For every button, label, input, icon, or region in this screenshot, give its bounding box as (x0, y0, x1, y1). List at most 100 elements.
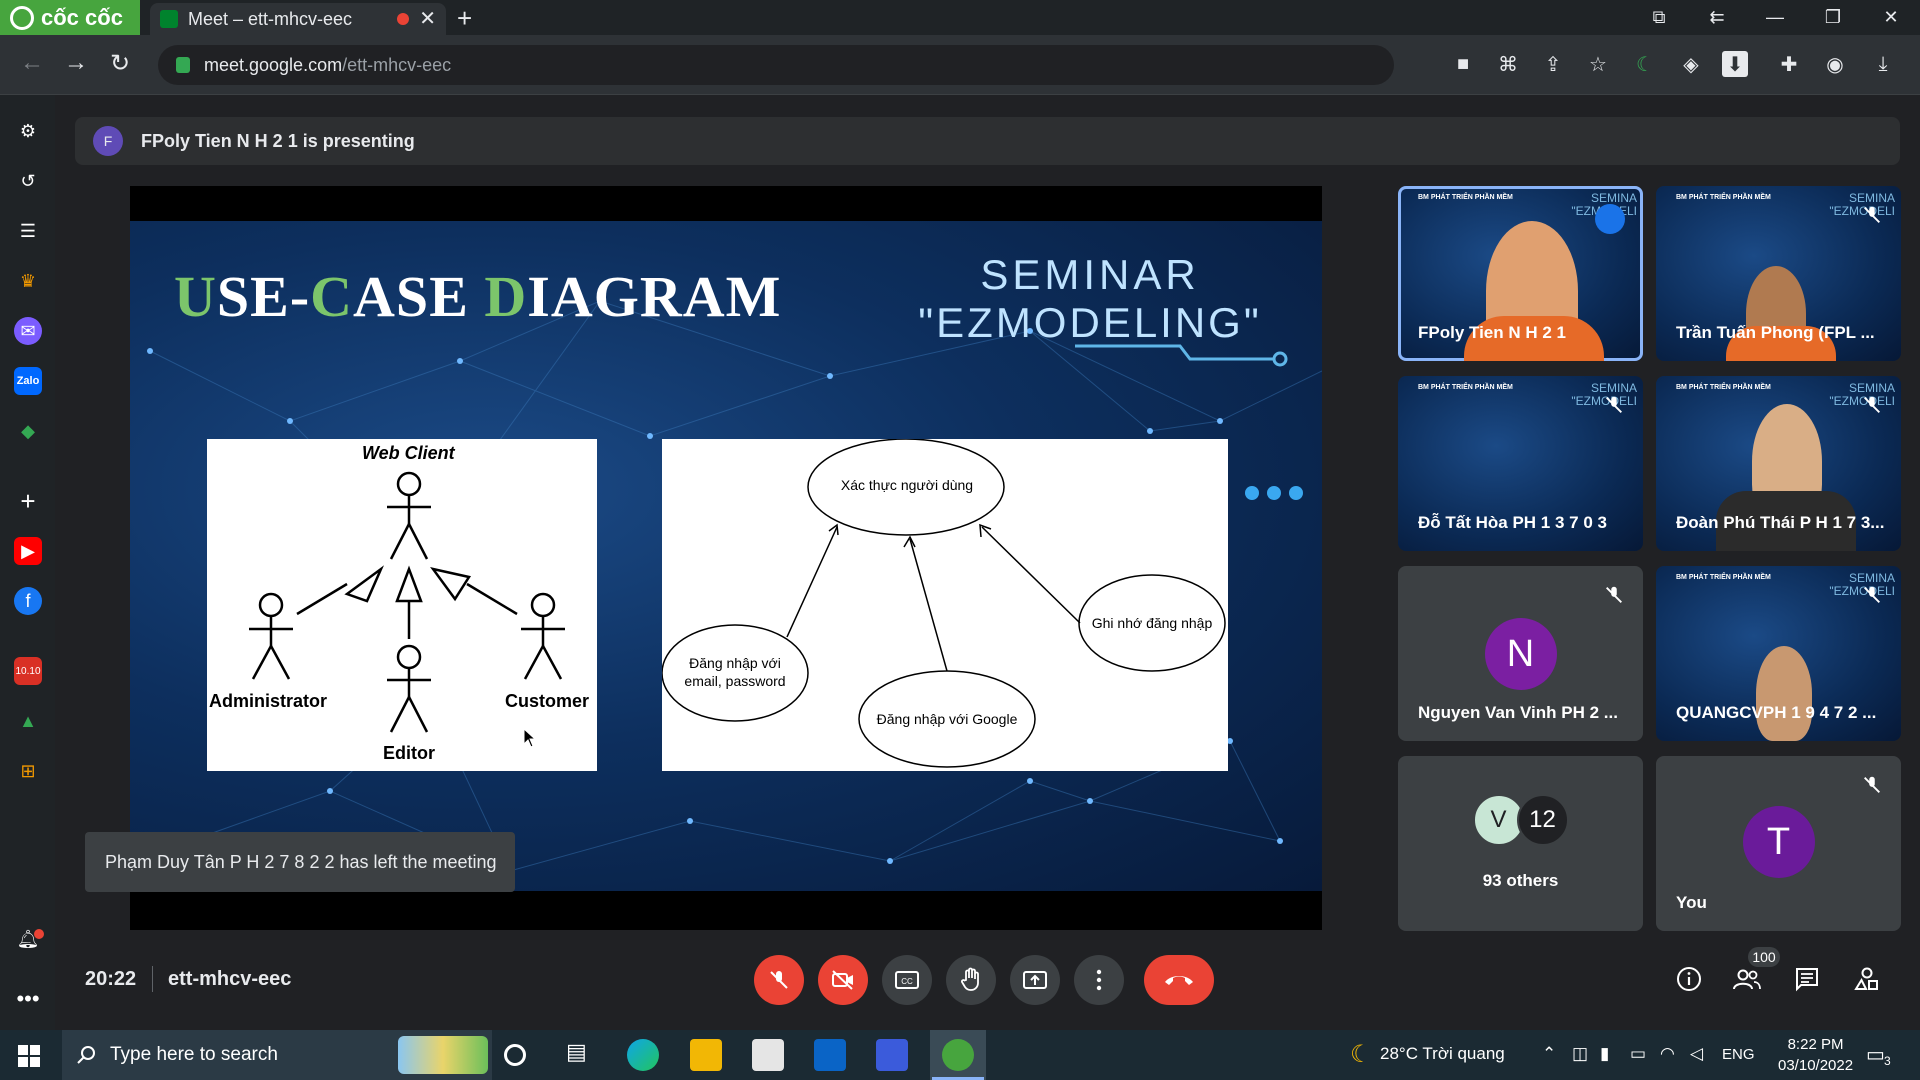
shop-cart-icon[interactable]: ⊞ (14, 757, 42, 785)
action-center-icon[interactable]: ▭ (1866, 1042, 1885, 1067)
tab-meet[interactable]: Meet – ett-mhcv-eec ✕ (150, 3, 446, 35)
crown-icon[interactable]: ♛ (14, 267, 42, 295)
forward-button[interactable]: → (64, 49, 88, 77)
speaking-indicator-icon (1595, 204, 1625, 234)
seminar-heading: SEMINAR "EZMODELING" (900, 251, 1280, 347)
share-icon[interactable]: ⇪ (1540, 51, 1566, 77)
back-button[interactable]: ← (20, 49, 44, 77)
task-view-icon[interactable]: ▤ (566, 1039, 598, 1071)
download-extension-icon[interactable]: ⬇ (1722, 51, 1748, 77)
tab-search-icon[interactable]: ⧉ (1630, 0, 1688, 35)
tray-battery-icon[interactable]: ▭ (1630, 1044, 1646, 1064)
coccoc-menu-button[interactable]: cốc cốc (0, 0, 140, 35)
app-icon[interactable] (876, 1039, 908, 1071)
facebook-icon[interactable]: f (14, 587, 42, 615)
meeting-details-button[interactable] (1672, 962, 1706, 996)
profile-icon[interactable]: ◉ (1822, 51, 1848, 77)
reading-list-icon[interactable]: ☰ (14, 217, 42, 245)
seminar-line1: SEMINAR (980, 251, 1200, 298)
history-icon[interactable]: ↺ (14, 167, 42, 195)
mic-off-icon (1864, 396, 1880, 413)
tray-language[interactable]: ENG (1722, 1046, 1755, 1063)
meeting-code[interactable]: ett-mhcv-eec (168, 968, 291, 991)
slide-title: USE-CASE DIAGRAM (174, 263, 781, 330)
tray-chevron-icon[interactable]: ⌃ (1542, 1044, 1556, 1064)
tray-wifi-icon[interactable]: ◠ (1660, 1044, 1675, 1064)
participant-tile[interactable]: BM PHÁT TRIỂN PHẦN MỀM SEMINA "EZMODELI T… (1656, 186, 1901, 361)
tray-clock[interactable]: 8:22 PM 03/10/2022 (1778, 1034, 1853, 1076)
screen: { "browser": { "brand": "cốc cốc", "tab_… (0, 0, 1920, 1080)
activities-button[interactable] (1850, 962, 1884, 996)
participant-count-badge: 100 (1748, 947, 1780, 967)
new-tab-button[interactable]: + (457, 3, 472, 34)
captions-button[interactable]: CC (882, 955, 932, 1005)
coccoc-logo-icon (10, 5, 34, 30)
chat-button[interactable] (1790, 962, 1824, 996)
self-tile[interactable]: T You (1656, 756, 1901, 931)
weather-text[interactable]: 28°C Trời quang (1380, 1044, 1505, 1064)
add-sidebar-item-icon[interactable]: + (14, 486, 42, 516)
settings-gear-icon[interactable]: ⚙ (14, 117, 42, 145)
tray-network-icon[interactable]: ◫ (1572, 1044, 1588, 1064)
downloads-icon[interactable]: ⤓ (1870, 51, 1896, 77)
file-explorer-icon[interactable] (690, 1039, 722, 1071)
tile-logo: BM PHÁT TRIỂN PHẦN MỀM (1676, 194, 1771, 201)
windows-logo-icon (18, 1045, 40, 1067)
bookmark-star-icon[interactable]: ☆ (1585, 51, 1611, 77)
back-tabs-icon[interactable]: ⇇ (1688, 0, 1746, 35)
title-letter-c: C (310, 264, 354, 329)
minimize-button[interactable]: — (1746, 0, 1804, 35)
windows-taskbar: Type here to search ▤ ☾ 28°C Trời quang … (0, 1030, 1920, 1080)
edge-icon[interactable] (627, 1039, 659, 1071)
leave-call-button[interactable] (1144, 955, 1214, 1005)
shield-icon[interactable]: ◈ (1678, 51, 1704, 77)
close-tab-icon[interactable]: ✕ (419, 9, 436, 29)
windows-start-button[interactable] (18, 1045, 40, 1072)
maximize-button[interactable]: ❐ (1804, 0, 1862, 35)
tray-volume-icon[interactable]: ◁ (1690, 1044, 1703, 1064)
mic-toggle-button[interactable] (754, 955, 804, 1005)
messenger-icon[interactable]: ✉ (14, 317, 42, 345)
more-options-icon[interactable]: ••• (14, 985, 42, 1013)
presentation-stage[interactable]: USE-CASE DIAGRAM SEMINAR "EZMODELING" We… (130, 186, 1322, 930)
participant-tile[interactable]: BM PHÁT TRIỂN PHẦN MỀM SEMINA "EZMODELI Q… (1656, 566, 1901, 741)
tray-mic-icon[interactable]: ▮ (1600, 1044, 1609, 1064)
camera-toggle-button[interactable] (818, 955, 868, 1005)
participants-button[interactable] (1730, 962, 1764, 996)
title-part-se: SE- (216, 264, 311, 329)
extensions-puzzle-icon[interactable]: ✚ (1776, 51, 1802, 77)
zalo-icon[interactable]: Zalo (14, 367, 42, 395)
translate-icon[interactable]: ⌘ (1495, 51, 1521, 77)
participant-tile[interactable]: BM PHÁT TRIỂN PHẦN MỀM SEMINA "EZMODELI Đ… (1656, 376, 1901, 551)
usecase-remember-login: Ghi nhớ đăng nhập (1091, 615, 1213, 631)
meet-favicon-icon (160, 10, 178, 28)
microsoft-store-icon[interactable] (752, 1039, 784, 1071)
present-screen-button[interactable] (1010, 955, 1060, 1005)
game-controller-icon[interactable]: ◆ (14, 417, 42, 445)
search-highlight-graphic (398, 1036, 488, 1074)
others-tile[interactable]: V 12 93 others (1398, 756, 1643, 931)
left-meeting-toast: Phạm Duy Tân P H 2 7 8 2 2 has left the … (85, 832, 515, 892)
participant-tile[interactable]: N Nguyen Van Vinh PH 2 ... (1398, 566, 1643, 741)
mail-icon[interactable] (814, 1039, 846, 1071)
more-options-button[interactable] (1074, 955, 1124, 1005)
cortana-icon[interactable] (504, 1044, 526, 1066)
raise-hand-button[interactable] (946, 955, 996, 1005)
activities-shapes-icon (1854, 967, 1878, 990)
url-field[interactable]: meet.google.com/ett-mhcv-eec (158, 45, 1394, 85)
usecase-authenticate: Xác thực người dùng (840, 477, 974, 493)
close-window-button[interactable]: ✕ (1862, 0, 1920, 35)
participant-tile[interactable]: BM PHÁT TRIỂN PHẦN MỀM SEMINA "EZMODELI Đ… (1398, 376, 1643, 551)
reload-button[interactable]: ↻ (110, 49, 130, 78)
youtube-icon[interactable]: ▶ (14, 537, 42, 565)
camera-in-use-icon[interactable]: ■ (1450, 51, 1476, 77)
camera-off-icon (832, 970, 853, 990)
education-cap-icon[interactable]: ▲ (14, 707, 42, 735)
usecase-login-google: Đăng nhập với Google (876, 711, 1018, 727)
weather-moon-icon[interactable]: ☾ (1350, 1040, 1372, 1069)
participant-name: Trần Tuấn Phong (FPL ... (1676, 323, 1875, 342)
shopping-sale-icon[interactable]: 10.10 (14, 657, 42, 685)
mic-off-icon (1864, 776, 1880, 793)
participant-tile[interactable]: BM PHÁT TRIỂN PHẦN MỀM SEMINA"EZMODELI F… (1398, 186, 1643, 361)
dark-mode-moon-icon[interactable]: ☾ (1632, 51, 1658, 77)
